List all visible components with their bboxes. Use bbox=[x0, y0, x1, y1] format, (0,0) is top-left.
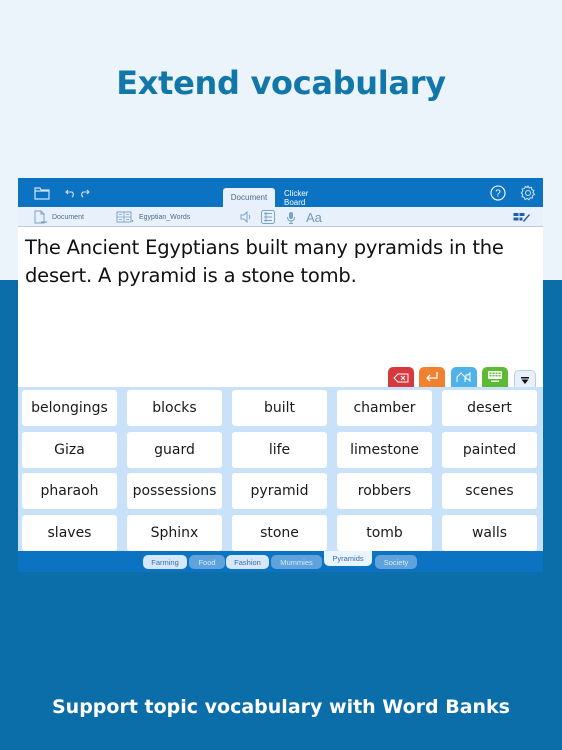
return-icon bbox=[425, 368, 439, 387]
document-text-area[interactable]: The Ancient Egyptians built many pyramid… bbox=[18, 228, 543, 388]
undo-icon[interactable] bbox=[64, 184, 76, 202]
word-bank-tab-society[interactable]: Society bbox=[375, 555, 417, 569]
folder-icon[interactable] bbox=[33, 184, 51, 202]
word-cell[interactable]: pharaoh bbox=[22, 473, 117, 509]
list-icon[interactable] bbox=[260, 209, 276, 225]
word-cell[interactable]: walls bbox=[442, 514, 537, 551]
word-cell[interactable]: built bbox=[232, 390, 327, 426]
document-button[interactable]: Document bbox=[33, 209, 84, 225]
word-cell[interactable]: desert bbox=[442, 390, 537, 426]
word-cell[interactable]: tomb bbox=[337, 514, 432, 551]
word-bank-button[interactable]: Egyptian_Words bbox=[116, 209, 190, 225]
title-bar: Document Clicker Board ? bbox=[18, 178, 543, 207]
toolbar: Document Egyptian_Words Aa bbox=[18, 207, 543, 227]
word-cell[interactable]: pyramid bbox=[232, 473, 327, 509]
word-cell[interactable]: belongings bbox=[22, 390, 117, 426]
word-cell[interactable]: limestone bbox=[337, 431, 432, 468]
collapse-button[interactable] bbox=[514, 370, 536, 388]
speak-button[interactable] bbox=[451, 367, 477, 388]
svg-text:?: ? bbox=[495, 189, 501, 200]
tab-clicker-board[interactable]: Clicker Board bbox=[277, 188, 337, 207]
word-cell[interactable]: Sphinx bbox=[127, 514, 222, 551]
word-bank-tab-food[interactable]: Food bbox=[189, 555, 225, 569]
word-cell[interactable]: blocks bbox=[127, 390, 222, 426]
word-bank-tab-farming[interactable]: Farming bbox=[143, 555, 187, 569]
word-cell[interactable]: Giza bbox=[22, 431, 117, 468]
word-cell[interactable]: robbers bbox=[337, 473, 432, 509]
word-cell[interactable]: slaves bbox=[22, 514, 117, 551]
document-label: Document bbox=[52, 213, 84, 221]
app-window: Document Clicker Board ? Document Egypti… bbox=[18, 178, 543, 572]
word-cell[interactable]: possessions bbox=[127, 473, 222, 509]
redo-icon[interactable] bbox=[78, 184, 90, 202]
tab-document[interactable]: Document bbox=[223, 188, 275, 207]
delete-button[interactable] bbox=[388, 367, 414, 388]
word-cell[interactable]: scenes bbox=[442, 473, 537, 509]
keyboard-button[interactable] bbox=[482, 367, 508, 388]
footer-caption: Support topic vocabulary with Word Banks bbox=[52, 696, 510, 718]
backspace-icon bbox=[393, 368, 409, 387]
document-icon bbox=[33, 210, 47, 224]
word-bank-label: Egyptian_Words bbox=[139, 213, 191, 221]
word-bank-tab-pyramids[interactable]: Pyramids bbox=[324, 551, 372, 566]
settings-icon[interactable] bbox=[519, 184, 537, 202]
font-icon[interactable]: Aa bbox=[306, 209, 322, 225]
word-bank-icon bbox=[116, 211, 134, 224]
word-cell[interactable]: guard bbox=[127, 431, 222, 468]
edit-grid-icon[interactable] bbox=[513, 209, 531, 225]
speak-icon bbox=[455, 368, 473, 387]
keyboard-icon bbox=[487, 368, 503, 387]
headline: Extend vocabulary bbox=[116, 64, 446, 102]
word-bank-tab-fashion[interactable]: Fashion bbox=[226, 555, 269, 569]
word-cell[interactable]: chamber bbox=[337, 390, 432, 426]
microphone-icon[interactable] bbox=[286, 209, 296, 225]
word-cell[interactable]: painted bbox=[442, 431, 537, 468]
word-bank-tab-bar: Farming Food Fashion Mummies Pyramids So… bbox=[18, 551, 543, 572]
word-cell[interactable]: stone bbox=[232, 514, 327, 551]
word-cell[interactable]: life bbox=[232, 431, 327, 468]
word-grid: belongings blocks built chamber desert Giza gu… bbox=[18, 387, 543, 551]
word-bank-tab-mummies[interactable]: Mummies bbox=[271, 555, 322, 569]
help-icon[interactable]: ? bbox=[489, 184, 507, 202]
enter-button[interactable] bbox=[419, 367, 445, 388]
speaker-icon[interactable] bbox=[240, 209, 252, 225]
